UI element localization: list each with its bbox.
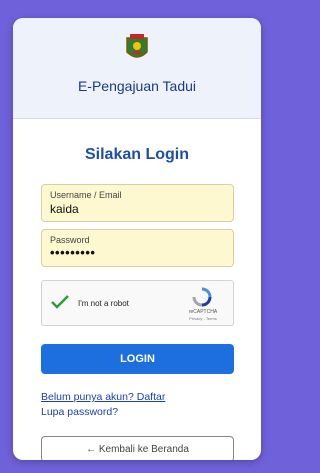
captcha-label: I'm not a robot [78,299,129,308]
password-field[interactable]: Password ••••••••• [41,229,234,267]
login-card: E-Pengajuan Tadui Silakan Login Username… [13,18,261,460]
app-title: E-Pengajuan Tadui [77,78,197,94]
username-label: Username / Email [50,190,122,200]
password-label: Password [50,235,90,245]
back-to-home-button[interactable]: ← Kembali ke Beranda [41,436,234,460]
username-value: kaida [50,202,79,216]
recaptcha-brand: reCAPTCHA [188,309,218,315]
regency-crest-icon [126,34,148,58]
recaptcha-logo-icon [192,287,212,307]
checkmark-icon[interactable] [50,294,70,310]
forgot-password-link[interactable]: Lupa password? [41,406,118,418]
card-header: E-Pengajuan Tadui [13,18,261,119]
login-title: Silakan Login [84,146,189,163]
recaptcha-widget[interactable]: I'm not a robot reCAPTCHA Privacy - Term… [41,280,234,326]
username-field[interactable]: Username / Email kaida [41,184,234,222]
password-value: ••••••••• [50,245,96,260]
register-link[interactable]: Belum punya akun? Daftar [41,391,165,403]
login-button[interactable]: LOGIN [41,344,234,374]
recaptcha-links[interactable]: Privacy - Terms [180,316,226,321]
